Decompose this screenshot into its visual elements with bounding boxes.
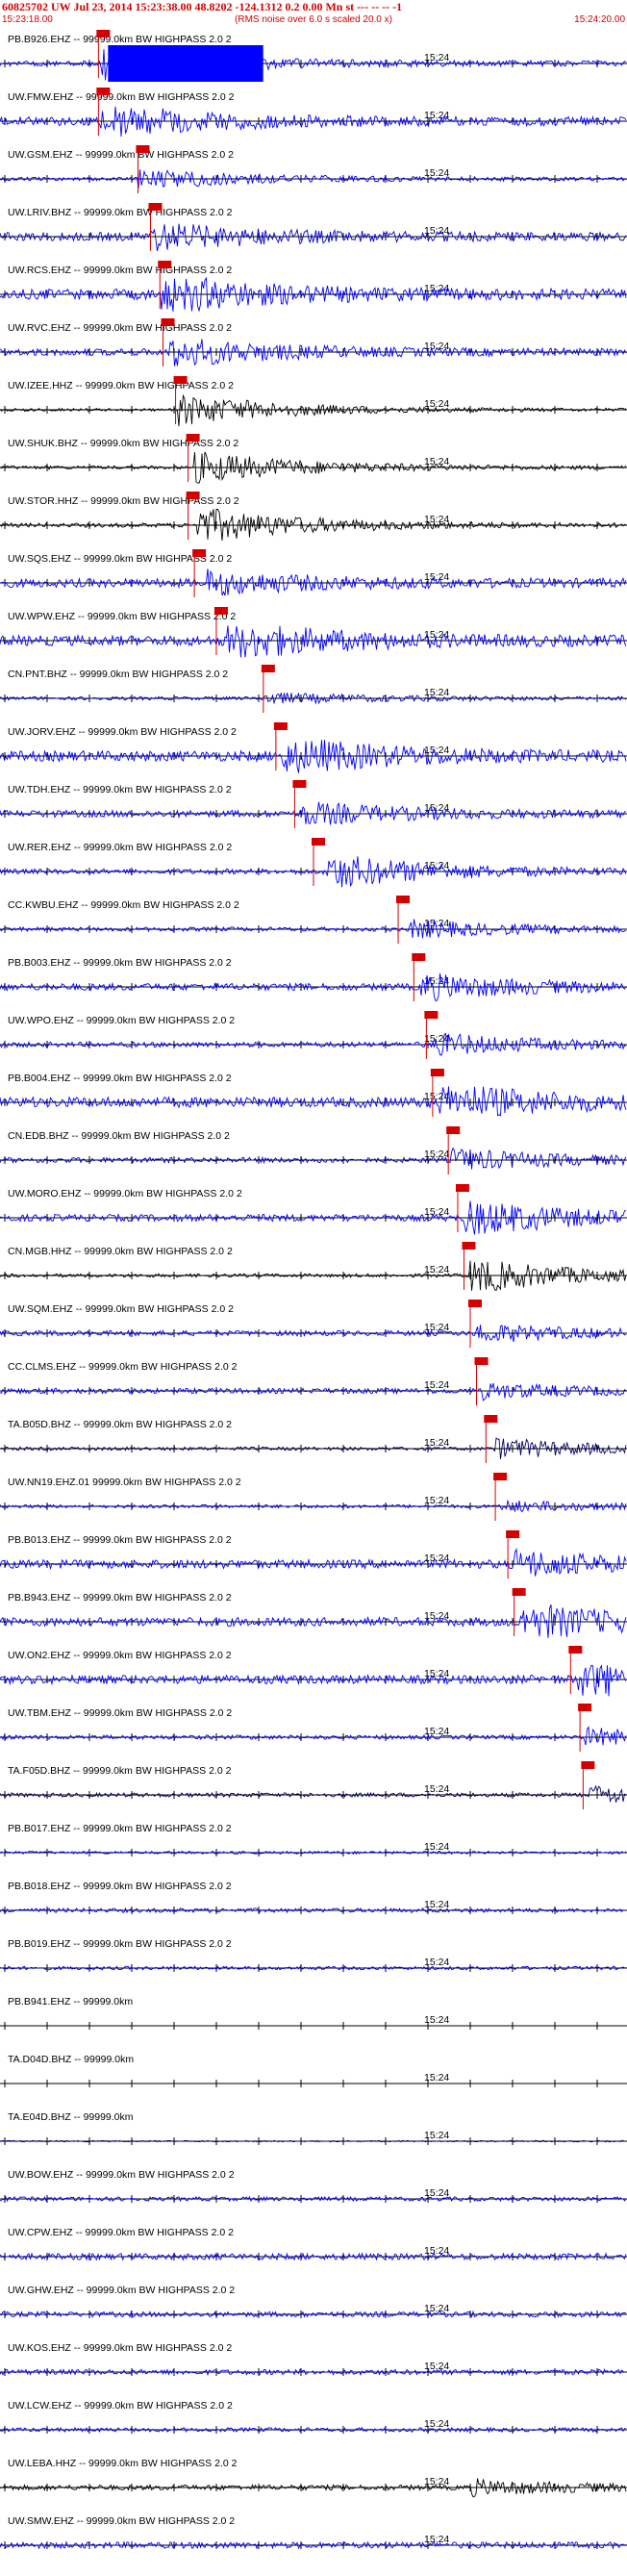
trace-label: PB.B941.EHZ -- 99999.0km	[8, 1996, 133, 2008]
trace-label: UW.CPW.EHZ -- 99999.0km BW HIGHPASS 2.0 …	[8, 2227, 234, 2238]
trace-label: UW.TDH.EHZ -- 99999.0km BW HIGHPASS 2.0 …	[8, 784, 232, 796]
end-time-label: 15:24:20.00	[574, 14, 625, 25]
waveform	[0, 625, 627, 658]
waveform	[0, 223, 627, 252]
trace-label: TA.D04D.BHZ -- 99999.0km	[8, 2054, 134, 2065]
trace-label: UW.FMW.EHZ -- 99999.0km BW HIGHPASS 2.0 …	[8, 91, 235, 103]
trace-label: PB.B019.EHZ -- 99999.0km BW HIGHPASS 2.0…	[8, 1938, 232, 1950]
waveform	[0, 1784, 627, 1804]
trace-label: TA.B05D.BHZ -- 99999.0km BW HIGHPASS 2.0…	[8, 1419, 232, 1430]
trace-label: CC.CLMS.EHZ -- 99999.0km BW HIGHPASS 2.0…	[8, 1361, 238, 1373]
trace-label: PB.B018.EHZ -- 99999.0km BW HIGHPASS 2.0…	[8, 1881, 232, 1892]
trace-label: UW.JORV.EHZ -- 99999.0km BW HIGHPASS 2.0…	[8, 726, 237, 738]
traces-group: PB.B926.EHZ -- 99999.0km BW HIGHPASS 2.0…	[0, 30, 627, 2550]
saturated-signal	[108, 45, 263, 82]
trace-label: UW.IZEE.HHZ -- 99999.0km BW HIGHPASS 2.0…	[8, 380, 234, 391]
trace-label: UW.SQM.EHZ -- 99999.0km BW HIGHPASS 2.0 …	[8, 1303, 234, 1315]
waveform	[0, 393, 627, 427]
trace-label: PB.B017.EHZ -- 99999.0km BW HIGHPASS 2.0…	[8, 1823, 232, 1834]
waveform	[0, 919, 627, 939]
seismogram-plot: 60825702 UW Jul 23, 2014 15:23:38.00 48.…	[0, 0, 627, 2550]
trace-label: CC.KWBU.EHZ -- 99999.0km BW HIGHPASS 2.0…	[8, 899, 239, 911]
trace-label: CN.EDB.BHZ -- 99999.0km BW HIGHPASS 2.0 …	[8, 1130, 230, 1142]
waveform	[0, 1260, 627, 1292]
trace-label: UW.LEBA.HHZ -- 99999.0km BW HIGHPASS 2.0…	[8, 2458, 238, 2469]
trace-label: UW.GSM.EHZ -- 99999.0km BW HIGHPASS 2.0 …	[8, 149, 234, 161]
trace-label: PB.B943.EHZ -- 99999.0km BW HIGHPASS 2.0…	[8, 1592, 232, 1604]
trace-label: PB.B926.EHZ -- 99999.0km BW HIGHPASS 2.0…	[8, 34, 232, 45]
trace-label: UW.WPW.EHZ -- 99999.0km BW HIGHPASS 2.0 …	[8, 611, 236, 622]
trace-label: TA.E04D.BHZ -- 99999.0km	[8, 2111, 134, 2123]
trace-label: UW.SMW.EHZ -- 99999.0km BW HIGHPASS 2.0 …	[8, 2515, 235, 2527]
waveform	[0, 339, 627, 366]
trace-label: UW.KOS.EHZ -- 99999.0km BW HIGHPASS 2.0 …	[8, 2342, 232, 2354]
trace-label: UW.TBM.EHZ -- 99999.0km BW HIGHPASS 2.0 …	[8, 1707, 232, 1719]
trace-label: UW.NN19.EHZ.01 99999.0km BW HIGHPASS 2.0…	[8, 1477, 241, 1488]
trace-label: PB.B003.EHZ -- 99999.0km BW HIGHPASS 2.0…	[8, 957, 232, 969]
trace-label: UW.GHW.EHZ -- 99999.0km BW HIGHPASS 2.0 …	[8, 2285, 235, 2296]
waveform	[0, 1086, 627, 1117]
waveform	[0, 1147, 627, 1170]
start-time-label: 15:23:18.00	[2, 14, 53, 25]
trace-label: UW.WPO.EHZ -- 99999.0km BW HIGHPASS 2.0 …	[8, 1015, 235, 1026]
waveform	[0, 568, 627, 596]
trace-label: PB.B013.EHZ -- 99999.0km BW HIGHPASS 2.0…	[8, 1534, 232, 1546]
waveform	[0, 1499, 627, 1513]
waveform	[0, 1547, 627, 1577]
trace-label: UW.RER.EHZ -- 99999.0km BW HIGHPASS 2.0 …	[8, 842, 232, 853]
waveform	[0, 1726, 627, 1746]
waveform	[0, 47, 627, 82]
trace-label: UW.LCW.EHZ -- 99999.0km BW HIGHPASS 2.0 …	[8, 2400, 233, 2412]
trace-label: PB.B004.EHZ -- 99999.0km BW HIGHPASS 2.0…	[8, 1073, 232, 1084]
trace-label: UW.SHUK.BHZ -- 99999.0km BW HIGHPASS 2.0…	[8, 438, 238, 449]
trace-label: UW.ON2.EHZ -- 99999.0km BW HIGHPASS 2.0 …	[8, 1650, 232, 1661]
trace-label: TA.F05D.BHZ -- 99999.0km BW HIGHPASS 2.0…	[8, 1765, 232, 1777]
header-title: 60825702 UW Jul 23, 2014 15:23:38.00 48.…	[2, 0, 402, 13]
waveform	[0, 2195, 627, 2203]
trace-label: UW.LRIV.BHZ -- 99999.0km BW HIGHPASS 2.0…	[8, 207, 233, 218]
trace-label: CN.PNT.BHZ -- 99999.0km BW HIGHPASS 2.0 …	[8, 669, 228, 680]
trace-label: UW.RCS.EHZ -- 99999.0km BW HIGHPASS 2.0 …	[8, 265, 232, 276]
trace-label: UW.RVC.EHZ -- 99999.0km BW HIGHPASS 2.0 …	[8, 322, 232, 334]
trace-label: UW.STOR.HHZ -- 99999.0km BW HIGHPASS 2.0…	[8, 495, 239, 507]
trace-label: CN.MGB.HHZ -- 99999.0km BW HIGHPASS 2.0 …	[8, 1246, 233, 1257]
trace-label: UW.MORO.EHZ -- 99999.0km BW HIGHPASS 2.0…	[8, 1188, 242, 1200]
waveform	[0, 1382, 627, 1402]
trace-label: UW.BOW.EHZ -- 99999.0km BW HIGHPASS 2.0 …	[8, 2169, 235, 2181]
rms-noise-note: (RMS noise over 6.0 s scaled 20.0 x)	[235, 14, 392, 25]
waveform	[0, 1664, 627, 1697]
